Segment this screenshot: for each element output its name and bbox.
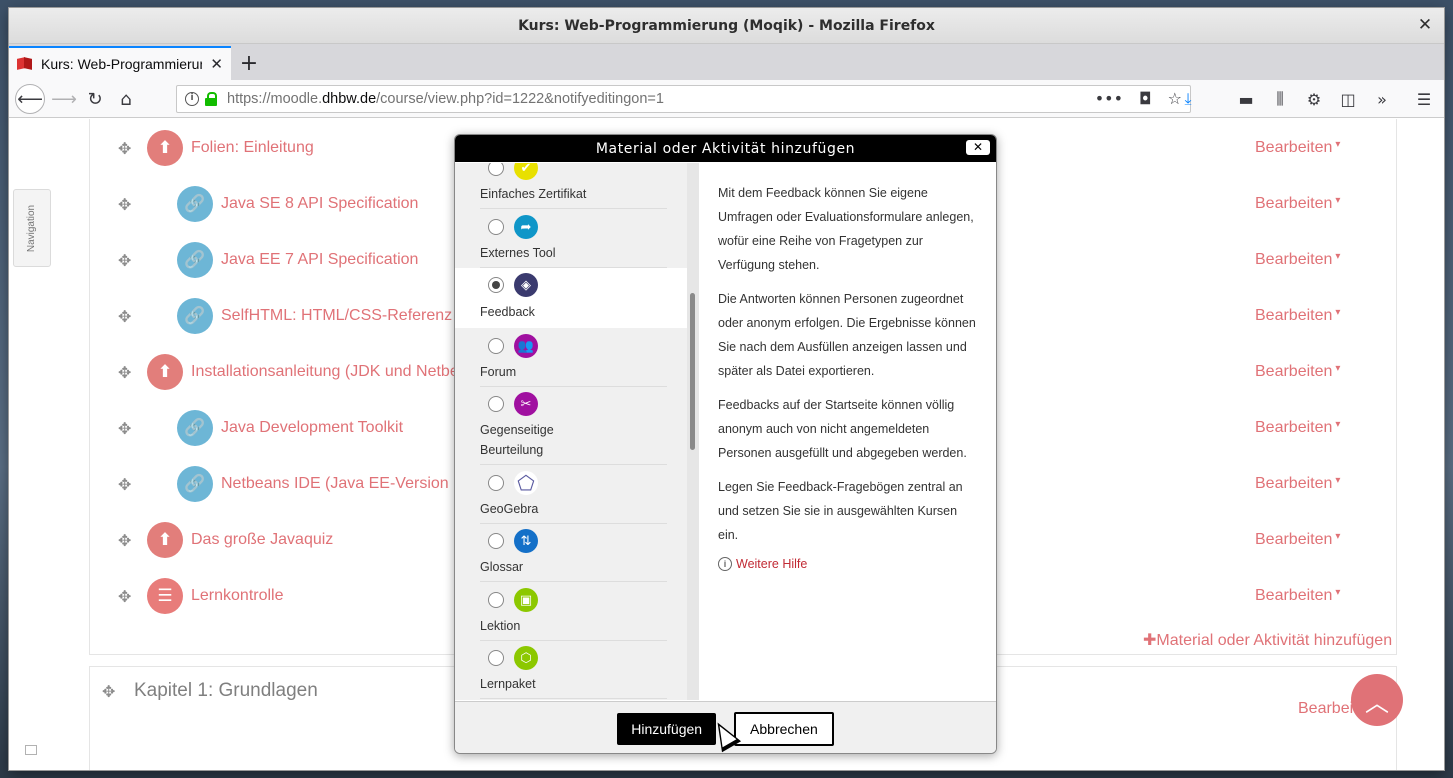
title-bar: Kurs: Web-Programmierung (Moqik) - Mozil… <box>9 8 1444 44</box>
more-help-link[interactable]: i Weitere Hilfe <box>718 557 980 571</box>
option-label: Feedback <box>480 305 535 319</box>
sidebar-icon[interactable]: ◫ <box>1336 87 1360 111</box>
dialog-header: Material oder Aktivität hinzufügen ✕ <box>455 135 996 162</box>
info-icon: i <box>718 557 732 571</box>
extension-icon[interactable]: ▬ <box>1234 87 1258 111</box>
geogebra-icon: ⬠ <box>514 471 538 495</box>
scorm-icon: ⬡ <box>514 646 538 670</box>
option-radio[interactable] <box>488 219 504 235</box>
feedback-icon: ◈ <box>514 273 538 297</box>
window-title: Kurs: Web-Programmierung (Moqik) - Mozil… <box>518 17 935 34</box>
reload-icon: ↻ <box>87 88 103 110</box>
option-radio[interactable] <box>488 163 504 176</box>
browser-window: Kurs: Web-Programmierung (Moqik) - Mozil… <box>9 8 1444 770</box>
help-paragraph: Die Antworten können Personen zugeordnet… <box>718 292 976 378</box>
tab-bar: Kurs: Web-Programmierun ✕ + <box>9 44 1444 80</box>
help-paragraph: Legen Sie Feedback-Fragebögen zentral an… <box>718 480 963 542</box>
activity-option[interactable]: 👥 Forum <box>455 329 687 387</box>
tab-title: Kurs: Web-Programmierun <box>41 56 203 72</box>
pocket-icon[interactable]: ◘ <box>1139 89 1152 108</box>
tab-active[interactable]: Kurs: Web-Programmierun ✕ <box>9 46 231 80</box>
back-arrow-icon: ⟵ <box>17 88 43 110</box>
option-separator <box>480 581 667 582</box>
download-icon[interactable]: ⤓ <box>1176 87 1200 111</box>
home-icon: ⌂ <box>120 88 132 110</box>
option-separator <box>480 464 667 465</box>
option-label: Glossar <box>480 560 524 574</box>
option-label: Einfaches Zertifikat <box>480 187 587 201</box>
activity-option[interactable]: ◈ Feedback <box>455 268 687 328</box>
option-radio[interactable] <box>488 650 504 666</box>
window-close-icon[interactable]: ✕ <box>1416 16 1434 34</box>
activity-option[interactable]: ➦ Externes Tool <box>455 210 687 268</box>
toolbar-right: ⤓ ▬ ⫼ ⚙ ◫ » ☰ <box>1176 84 1436 114</box>
more-help-label: Weitere Hilfe <box>736 557 808 571</box>
activity-option[interactable]: ⬡ Lernpaket <box>455 641 687 699</box>
lesson-icon: ▣ <box>514 588 538 612</box>
moodle-favicon-icon <box>17 57 33 71</box>
overflow-icon[interactable]: » <box>1370 87 1394 111</box>
option-radio[interactable] <box>488 338 504 354</box>
url-bar[interactable]: i https://moodle.dhbw.de/course/view.php… <box>176 85 1191 113</box>
option-radio[interactable] <box>488 533 504 549</box>
menu-icon[interactable]: ☰ <box>1412 87 1436 111</box>
option-label: Lernpaket <box>480 677 536 691</box>
add-activity-dialog: Material oder Aktivität hinzufügen ✕ ✔ Ei… <box>454 134 997 754</box>
option-radio[interactable] <box>488 475 504 491</box>
home-button[interactable]: ⌂ <box>111 84 141 114</box>
dialog-body: ✔ Einfaches Zertifikat ➦ Externes Tool ◈ Feed… <box>455 163 996 700</box>
back-button[interactable]: ⟵ <box>15 84 45 114</box>
workshop-icon: ✂ <box>514 392 538 416</box>
activity-option[interactable]: ✔ Einfaches Zertifikat <box>455 163 687 209</box>
cancel-button[interactable]: Abbrechen <box>734 711 834 746</box>
tab-close-icon[interactable]: ✕ <box>210 55 223 73</box>
activity-option[interactable]: ✂ Gegenseitige Beurteilung <box>455 387 687 465</box>
forum-icon: 👥 <box>514 334 538 358</box>
option-radio[interactable] <box>488 277 504 293</box>
help-paragraph: Feedbacks auf der Startseite können völl… <box>718 398 967 460</box>
option-label: GeoGebra <box>480 502 539 516</box>
help-pane: Mit dem Feedback können Sie eigene Umfra… <box>699 163 996 700</box>
forward-arrow-icon: ⟶ <box>51 88 77 110</box>
options-scrollbar[interactable] <box>687 163 699 700</box>
url-actions: ••• ◘ ☆ <box>1095 89 1182 108</box>
option-label: Externes Tool <box>480 246 556 260</box>
activity-option[interactable]: ⇅ Glossar <box>455 524 687 582</box>
option-label: Forum <box>480 365 517 379</box>
option-radio[interactable] <box>488 592 504 608</box>
option-label: Gegenseitige Beurteilung <box>480 423 554 457</box>
reload-button[interactable]: ↻ <box>80 84 110 114</box>
certificate-icon: ✔ <box>514 163 538 180</box>
new-tab-button[interactable]: + <box>231 46 267 80</box>
activity-option[interactable]: ⬠ GeoGebra <box>455 466 687 524</box>
help-paragraph: Mit dem Feedback können Sie eigene Umfra… <box>718 186 974 272</box>
options-scrollbar-thumb[interactable] <box>690 293 695 450</box>
add-button[interactable]: Hinzufügen <box>617 712 717 745</box>
option-separator <box>480 208 667 209</box>
option-separator <box>480 698 667 699</box>
option-radio[interactable] <box>488 396 504 412</box>
url-text[interactable]: https://moodle.dhbw.de/course/view.php?i… <box>227 91 664 107</box>
dialog-close-icon[interactable]: ✕ <box>966 140 990 155</box>
forward-button[interactable]: ⟶ <box>49 84 79 114</box>
site-info-icon[interactable]: i <box>185 92 199 106</box>
library-icon[interactable]: ⫼ <box>1268 87 1292 111</box>
glossary-icon: ⇅ <box>514 529 538 553</box>
navigation-toolbar: ⟵ ⟶ ↻ ⌂ i https://moodle.dhbw.de/course/… <box>9 80 1444 118</box>
activity-option[interactable]: ▣ Lektion <box>455 583 687 641</box>
lock-icon <box>205 92 217 106</box>
option-label: Lektion <box>480 619 521 633</box>
addon-icon[interactable]: ⚙ <box>1302 87 1326 111</box>
activity-options-list: ✔ Einfaches Zertifikat ➦ Externes Tool ◈ Feed… <box>455 163 687 700</box>
page-actions-icon[interactable]: ••• <box>1095 89 1123 108</box>
dialog-title: Material oder Aktivität hinzufügen <box>595 140 856 157</box>
external-tool-icon: ➦ <box>514 215 538 239</box>
